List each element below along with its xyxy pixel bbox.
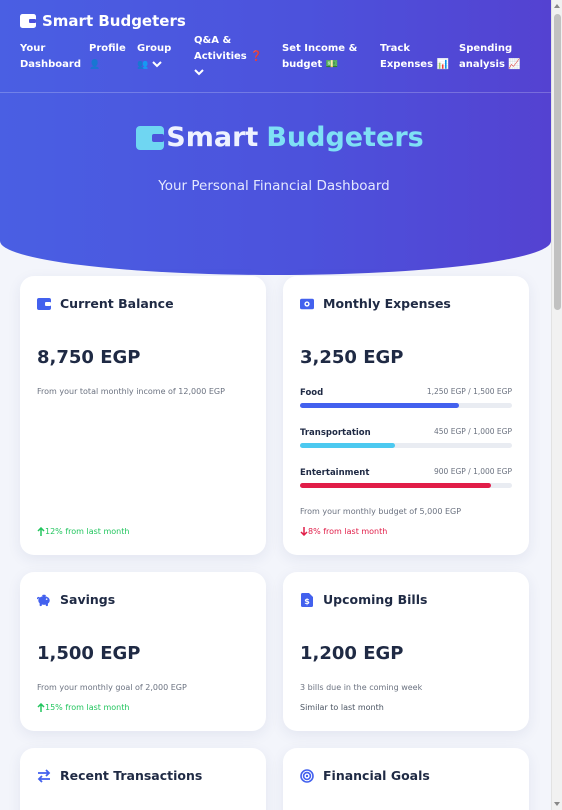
piggy-bank-icon (37, 594, 50, 606)
brand-name: Smart Budgeters (42, 12, 186, 30)
savings-card: Savings 1,500 EGP From your monthly goal… (20, 572, 266, 731)
hero-title: Smart Budgeters (0, 122, 560, 153)
card-header: Financial Goals (300, 768, 430, 783)
bills-trend: Similar to last month (300, 703, 384, 712)
card-header: Current Balance (37, 296, 174, 311)
progress-track (300, 403, 512, 408)
top-navbar: Smart Budgeters Your Dashboard Profile 👤… (0, 0, 551, 93)
progress-fill (300, 483, 491, 488)
hero-banner: Smart Budgeters Your Dashboard Profile 👤… (0, 0, 551, 275)
card-title: Current Balance (60, 296, 174, 311)
wallet-icon (20, 14, 36, 28)
progress-fill (300, 443, 396, 448)
bills-note: 3 bills due in the coming week (300, 683, 423, 692)
svg-text:$: $ (304, 597, 310, 606)
exchange-icon (37, 768, 51, 783)
savings-amount: 1,500 EGP (37, 643, 141, 664)
wallet-icon (37, 297, 51, 310)
current-balance-card: Current Balance 8,750 EGP From your tota… (20, 276, 266, 555)
card-title: Financial Goals (323, 768, 430, 783)
hero-title-part2: Budgeters (266, 122, 424, 153)
card-title: Savings (60, 592, 116, 607)
expense-value: 900 EGP / 1,000 EGP (434, 467, 512, 476)
balance-note: From your total monthly income of 12,000… (37, 387, 225, 396)
progress-fill (300, 403, 459, 408)
expense-value: 450 EGP / 1,000 EGP (434, 427, 512, 436)
expense-label: Transportation (300, 428, 371, 438)
hero-subtitle: Your Personal Financial Dashboard (158, 178, 390, 194)
target-icon (300, 768, 314, 783)
card-title: Upcoming Bills (323, 592, 428, 607)
expense-label: Food (300, 388, 324, 398)
file-invoice-icon: $ (301, 592, 313, 607)
card-header: Monthly Expenses (300, 296, 451, 311)
hero-title-part1: Smart (166, 122, 259, 153)
savings-note: From your monthly goal of 2,000 EGP (37, 683, 187, 692)
money-bill-icon (300, 298, 314, 309)
expenses-note: From your monthly budget of 5,000 EGP (300, 507, 462, 516)
expense-label: Entertainment (300, 468, 370, 478)
card-header: Recent Transactions (37, 768, 202, 783)
brand-logo[interactable]: Smart Budgeters (20, 12, 186, 30)
chevron-down-icon (194, 68, 204, 75)
financial-goals-card: Financial Goals (283, 748, 529, 810)
chevron-down-icon (151, 60, 162, 67)
nav-track-expenses[interactable]: Track Expenses 📊 (380, 41, 449, 73)
scroll-thumb[interactable] (554, 14, 561, 310)
expense-value: 1,250 EGP / 1,500 EGP (426, 387, 512, 396)
arrow-up-icon (37, 527, 45, 536)
arrow-down-icon (300, 527, 308, 536)
scroll-up-arrow-icon[interactable] (554, 4, 560, 8)
expenses-amount: 3,250 EGP (300, 347, 404, 368)
card-header: Savings (37, 592, 115, 607)
savings-trend: 15% from last month (37, 703, 129, 712)
arrow-up-icon (37, 703, 45, 712)
nav-spending-analysis[interactable]: Spending analysis 📈 (459, 41, 521, 73)
nav-dashboard[interactable]: Your Dashboard (20, 41, 81, 73)
progress-track (300, 443, 512, 448)
expenses-trend: 8% from last month (300, 527, 387, 536)
wallet-icon (136, 125, 165, 150)
monthly-expenses-card: Monthly Expenses 3,250 EGP Food 1,250 EG… (283, 276, 529, 555)
bills-amount: 1,200 EGP (300, 643, 404, 664)
nav-group-dropdown[interactable]: Group 👥 (137, 41, 171, 73)
scroll-down-arrow-icon[interactable] (554, 802, 560, 806)
card-title: Recent Transactions (60, 768, 203, 783)
balance-trend: 12% from last month (37, 527, 129, 536)
upcoming-bills-card: $ Upcoming Bills 1,200 EGP 3 bills due i… (283, 572, 529, 731)
nav-qa-dropdown[interactable]: Q&A & Activities ❓ (194, 33, 263, 81)
balance-amount: 8,750 EGP (37, 347, 141, 368)
nav-profile[interactable]: Profile 👤 (89, 41, 126, 73)
card-title: Monthly Expenses (323, 296, 451, 311)
recent-transactions-card: Recent Transactions (20, 748, 266, 810)
progress-track (300, 483, 512, 488)
vertical-scrollbar[interactable] (551, 0, 562, 810)
card-header: $ Upcoming Bills (300, 592, 427, 607)
nav-income-budget[interactable]: Set Income & budget 💵 (282, 41, 357, 73)
